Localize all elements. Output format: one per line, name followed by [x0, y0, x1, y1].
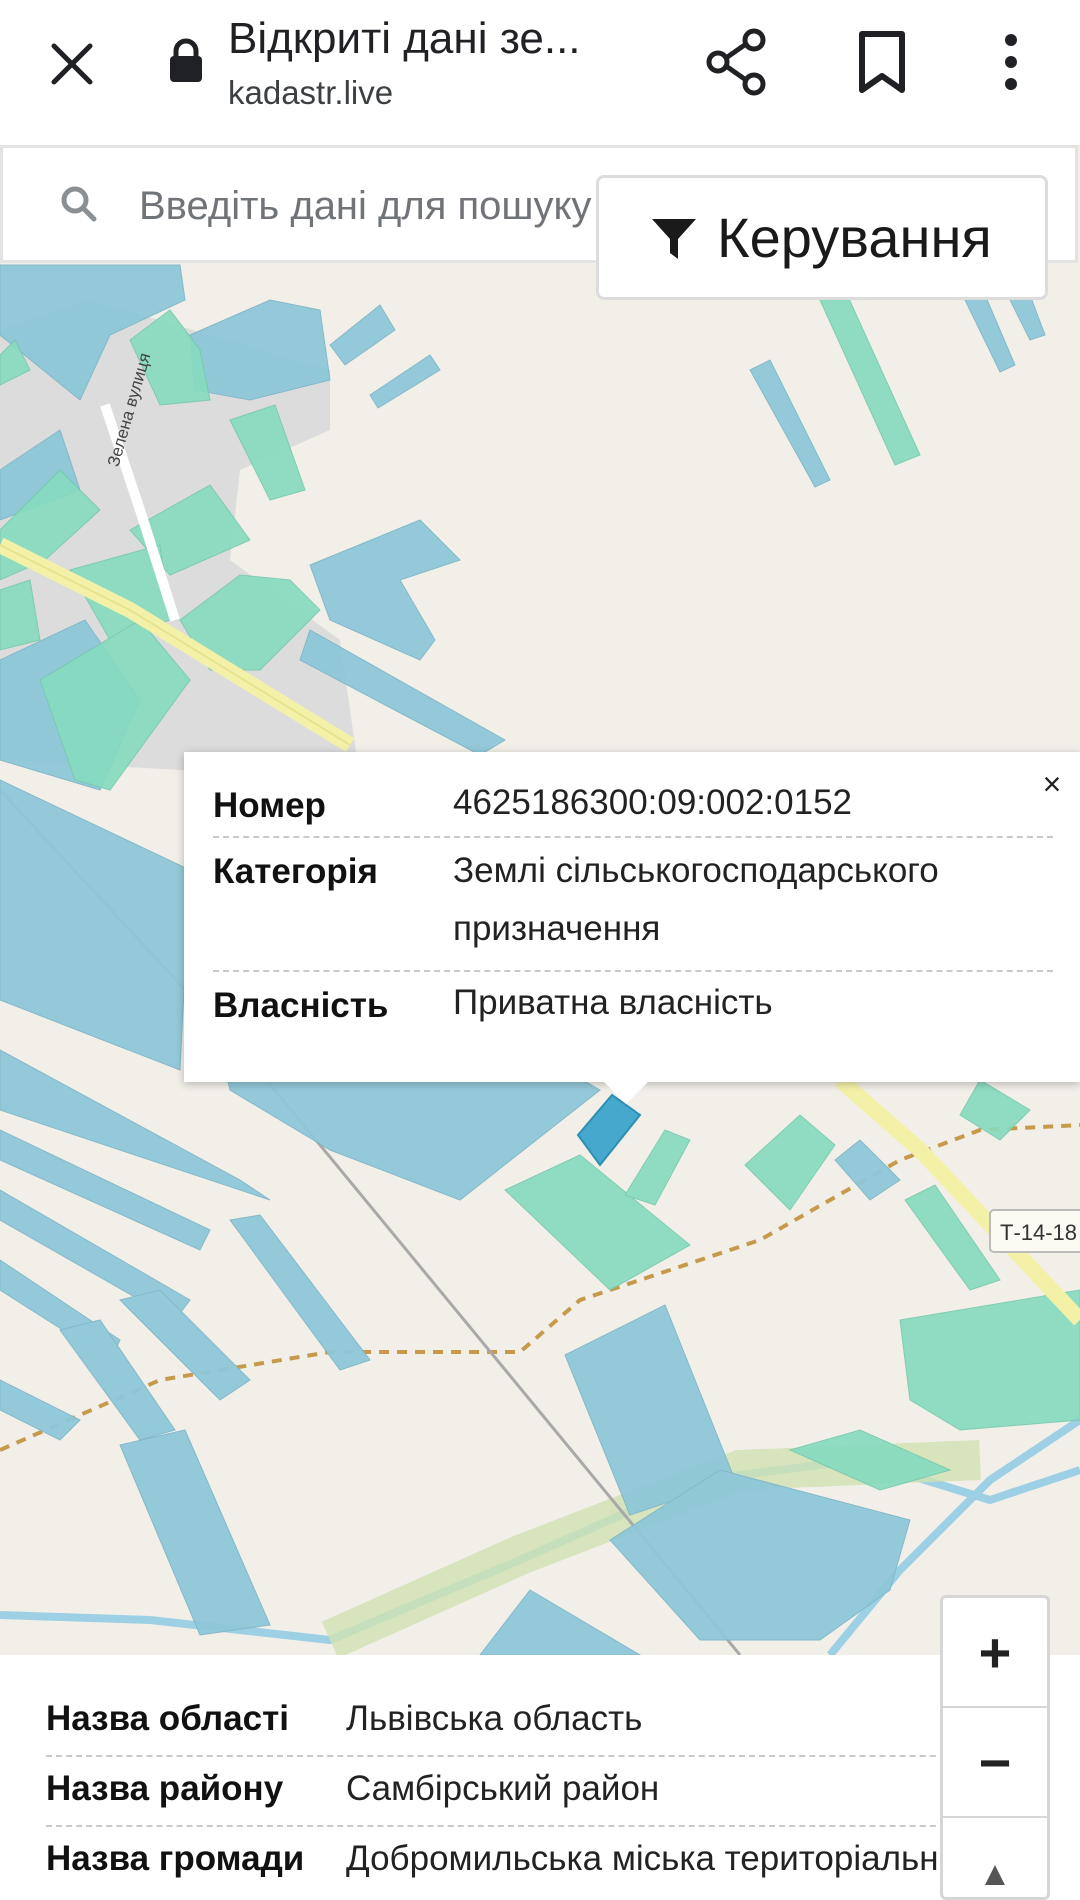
zoom-in-button[interactable]: +	[943, 1598, 1047, 1706]
page-title: Відкриті дані зе...	[228, 14, 581, 63]
info-value: Львівська область	[346, 1699, 643, 1738]
popup-row-number: Номер 4625186300:09:002:0152	[213, 774, 1053, 838]
lock-icon	[166, 38, 206, 84]
road-label: Т-14-18	[1000, 1220, 1077, 1245]
popup-value: Приватна власність	[453, 983, 773, 1022]
share-icon[interactable]	[704, 28, 772, 96]
popup-key: Категорія	[213, 852, 378, 891]
info-key: Назва громади	[46, 1839, 305, 1878]
info-value: Добромильська міська територіальна	[346, 1839, 959, 1878]
info-key: Назва області	[46, 1699, 289, 1738]
browser-toolbar: Відкриті дані зе... kadastr.live	[0, 0, 1080, 145]
filter-icon	[652, 218, 696, 259]
close-icon[interactable]	[40, 32, 104, 96]
popup-value[interactable]: 4625186300:09:002:0152	[453, 774, 1043, 832]
popup-row-category: Категорія Землі сільськогосподарського п…	[213, 840, 1053, 972]
parcel-popup: × Номер 4625186300:09:002:0152 Категорія…	[184, 752, 1080, 1082]
page-url[interactable]: kadastr.live	[228, 74, 393, 112]
popup-key: Власність	[213, 986, 389, 1025]
zoom-controls: + − ▲	[940, 1595, 1050, 1900]
info-panel: Назва області Львівська область Назва ра…	[0, 1655, 1080, 1900]
zoom-out-button[interactable]: −	[943, 1708, 1047, 1816]
info-row-hromada: Назва громади Добромильська міська терит…	[46, 1827, 986, 1897]
info-value: Самбірський район	[346, 1769, 660, 1808]
compass-north-button[interactable]: ▲	[943, 1820, 1047, 1897]
bookmark-icon[interactable]	[854, 28, 910, 96]
popup-value: Землі сільськогосподарського призначення	[453, 851, 939, 948]
popup-row-ownership: Власність Приватна власність	[213, 974, 1053, 1038]
control-button-label: Керування	[717, 206, 992, 269]
info-row-oblast: Назва області Львівська область	[46, 1687, 986, 1757]
info-key: Назва району	[46, 1769, 284, 1808]
info-row-raion: Назва району Самбірський район	[46, 1757, 986, 1827]
popup-key: Номер	[213, 786, 326, 825]
control-button[interactable]: Керування	[596, 175, 1048, 300]
zoom-divider	[943, 1816, 1047, 1818]
search-icon	[59, 184, 99, 224]
search-input[interactable]	[139, 178, 599, 234]
popup-pointer	[600, 1078, 652, 1104]
more-vert-icon[interactable]	[994, 28, 1028, 96]
